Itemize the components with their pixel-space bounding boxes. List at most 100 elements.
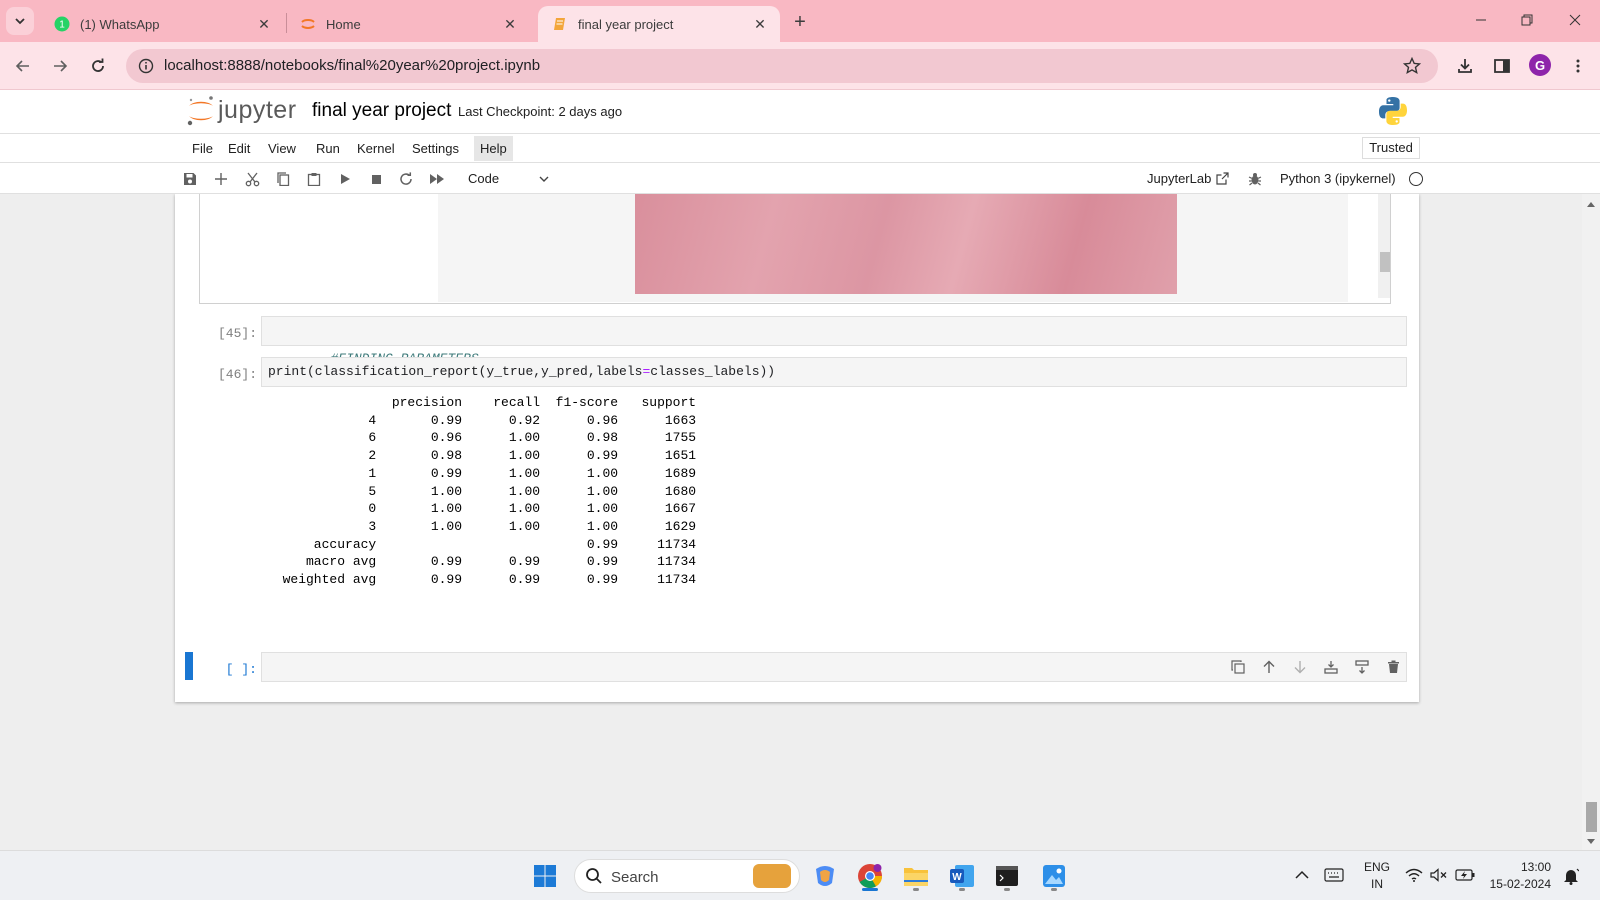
word-icon: W bbox=[950, 865, 974, 887]
notebook-scrollbar[interactable] bbox=[1582, 194, 1600, 850]
side-panel-button[interactable] bbox=[1488, 52, 1516, 80]
start-button[interactable] bbox=[528, 859, 562, 893]
chevron-down-icon bbox=[539, 176, 549, 182]
chrome-icon bbox=[858, 864, 882, 889]
tab-home[interactable]: Home ✕ bbox=[286, 6, 530, 42]
trusted-indicator[interactable]: Trusted bbox=[1362, 137, 1420, 159]
scroll-up-arrow-icon[interactable] bbox=[1586, 200, 1596, 208]
show-hidden-icons-icon[interactable] bbox=[1295, 870, 1309, 880]
terminal-icon bbox=[996, 866, 1018, 886]
jupyterlab-link[interactable]: JupyterLab bbox=[1147, 171, 1229, 186]
reload-button[interactable] bbox=[84, 52, 112, 80]
copy-icon[interactable] bbox=[273, 169, 293, 189]
jupyter-wordmark: jupyter bbox=[218, 96, 297, 124]
tab-whatsapp[interactable]: 1 (1) WhatsApp ✕ bbox=[40, 6, 284, 42]
output-scrollbar-thumb[interactable] bbox=[1380, 252, 1390, 272]
report-row: 1 0.99 1.00 1.00 1689 bbox=[267, 465, 697, 481]
system-clock[interactable]: 13:00 15-02-2024 bbox=[1487, 859, 1551, 893]
url-text: localhost:8888/notebooks/final%20year%20… bbox=[164, 57, 541, 74]
menu-kernel[interactable]: Kernel bbox=[351, 136, 401, 161]
wifi-icon[interactable] bbox=[1405, 868, 1423, 882]
language-indicator[interactable]: ENG IN bbox=[1362, 859, 1392, 893]
downloads-button[interactable] bbox=[1451, 52, 1479, 80]
report-row: 4 0.99 0.92 0.96 1663 bbox=[267, 412, 697, 428]
paste-icon[interactable] bbox=[304, 169, 324, 189]
menu-file[interactable]: File bbox=[186, 136, 219, 161]
cell-type-select[interactable]: Code bbox=[462, 168, 554, 190]
stop-icon[interactable] bbox=[366, 169, 386, 189]
taskbar-chrome[interactable] bbox=[853, 859, 887, 893]
close-icon[interactable]: ✕ bbox=[750, 14, 770, 34]
restart-icon[interactable] bbox=[396, 169, 416, 189]
add-cell-icon[interactable] bbox=[211, 169, 231, 189]
arrow-right-icon bbox=[54, 60, 68, 72]
photos-icon bbox=[1043, 865, 1065, 887]
window-close-button[interactable] bbox=[1552, 0, 1598, 40]
menu-run[interactable]: Run bbox=[310, 136, 346, 161]
keyboard-icon[interactable] bbox=[1324, 868, 1344, 882]
close-icon[interactable]: ✕ bbox=[254, 14, 274, 34]
browser-menu-button[interactable] bbox=[1564, 52, 1592, 80]
cell-input[interactable]: #FINDING PARAMETERS bbox=[261, 316, 1407, 366]
duplicate-cell-icon[interactable] bbox=[1228, 657, 1248, 677]
run-icon[interactable] bbox=[335, 169, 355, 189]
taskbar-photos[interactable] bbox=[1037, 859, 1071, 893]
cell-input[interactable]: print(classification_report(y_true,y_pre… bbox=[261, 357, 1407, 387]
site-info-icon[interactable] bbox=[134, 54, 158, 78]
new-tab-button[interactable]: + bbox=[786, 9, 814, 35]
menu-edit[interactable]: Edit bbox=[222, 136, 256, 161]
menu-view[interactable]: View bbox=[262, 136, 302, 161]
jupyter-icon bbox=[301, 19, 315, 29]
bookmark-star-icon[interactable] bbox=[1400, 54, 1424, 78]
menu-help[interactable]: Help bbox=[474, 136, 513, 161]
output-scrollbar[interactable] bbox=[1378, 194, 1390, 298]
taskbar-search-label: Search bbox=[611, 869, 659, 886]
notifications-bell-icon[interactable] bbox=[1563, 867, 1579, 885]
notebook-scrollbar-thumb[interactable] bbox=[1586, 802, 1597, 832]
kernel-name[interactable]: Python 3 (ipykernel) bbox=[1280, 171, 1396, 186]
address-bar[interactable]: localhost:8888/notebooks/final%20year%20… bbox=[126, 49, 1438, 83]
debugger-bug-icon[interactable] bbox=[1245, 169, 1265, 189]
jupyter-header: jupyter final year project Last Checkpoi… bbox=[0, 90, 1600, 134]
svg-text:W: W bbox=[952, 872, 962, 883]
jupyter-logo-icon[interactable] bbox=[186, 94, 216, 128]
taskbar-file-explorer[interactable] bbox=[899, 859, 933, 893]
minimize-button[interactable] bbox=[1458, 0, 1504, 40]
insert-above-icon[interactable] bbox=[1321, 657, 1341, 677]
tab-search-button[interactable] bbox=[6, 7, 34, 35]
move-up-icon[interactable] bbox=[1259, 657, 1279, 677]
close-icon[interactable]: ✕ bbox=[500, 14, 520, 34]
move-down-icon[interactable] bbox=[1290, 657, 1310, 677]
open-app-indicator bbox=[1004, 888, 1010, 891]
volume-muted-icon[interactable] bbox=[1430, 868, 1448, 882]
taskbar-copilot[interactable] bbox=[808, 859, 842, 893]
restore-button[interactable] bbox=[1504, 0, 1550, 40]
forward-button[interactable] bbox=[46, 52, 74, 80]
tab-title: final year project bbox=[578, 16, 674, 32]
taskbar-search-box[interactable]: Search bbox=[574, 859, 800, 893]
report-summary-row: macro avg 0.99 0.99 0.99 11734 bbox=[267, 554, 697, 570]
taskbar-word[interactable]: W bbox=[945, 859, 979, 893]
menu-settings[interactable]: Settings bbox=[406, 136, 465, 161]
reload-icon bbox=[92, 58, 104, 72]
cut-icon[interactable] bbox=[242, 169, 262, 189]
taskbar-terminal[interactable] bbox=[990, 859, 1024, 893]
save-icon[interactable] bbox=[180, 169, 200, 189]
report-row: 0 1.00 1.00 1.00 1667 bbox=[267, 501, 697, 517]
report-summary-row: accuracy 0.99 11734 bbox=[267, 536, 697, 552]
copilot-icon bbox=[816, 866, 834, 886]
tab-title: Home bbox=[326, 16, 361, 32]
notebook-title[interactable]: final year project bbox=[312, 100, 451, 122]
arrow-left-icon bbox=[15, 60, 29, 72]
search-icon bbox=[586, 868, 602, 884]
profile-avatar[interactable]: G bbox=[1529, 54, 1551, 76]
delete-cell-icon[interactable] bbox=[1383, 657, 1403, 677]
tab-final-year-project[interactable]: final year project ✕ bbox=[538, 6, 780, 42]
insert-below-icon[interactable] bbox=[1352, 657, 1372, 677]
fast-forward-icon[interactable] bbox=[427, 169, 447, 189]
back-button[interactable] bbox=[9, 52, 37, 80]
battery-charging-icon[interactable] bbox=[1455, 868, 1475, 882]
scroll-down-arrow-icon[interactable] bbox=[1586, 838, 1596, 846]
output-image bbox=[635, 194, 1177, 294]
active-app-indicator bbox=[862, 888, 878, 891]
